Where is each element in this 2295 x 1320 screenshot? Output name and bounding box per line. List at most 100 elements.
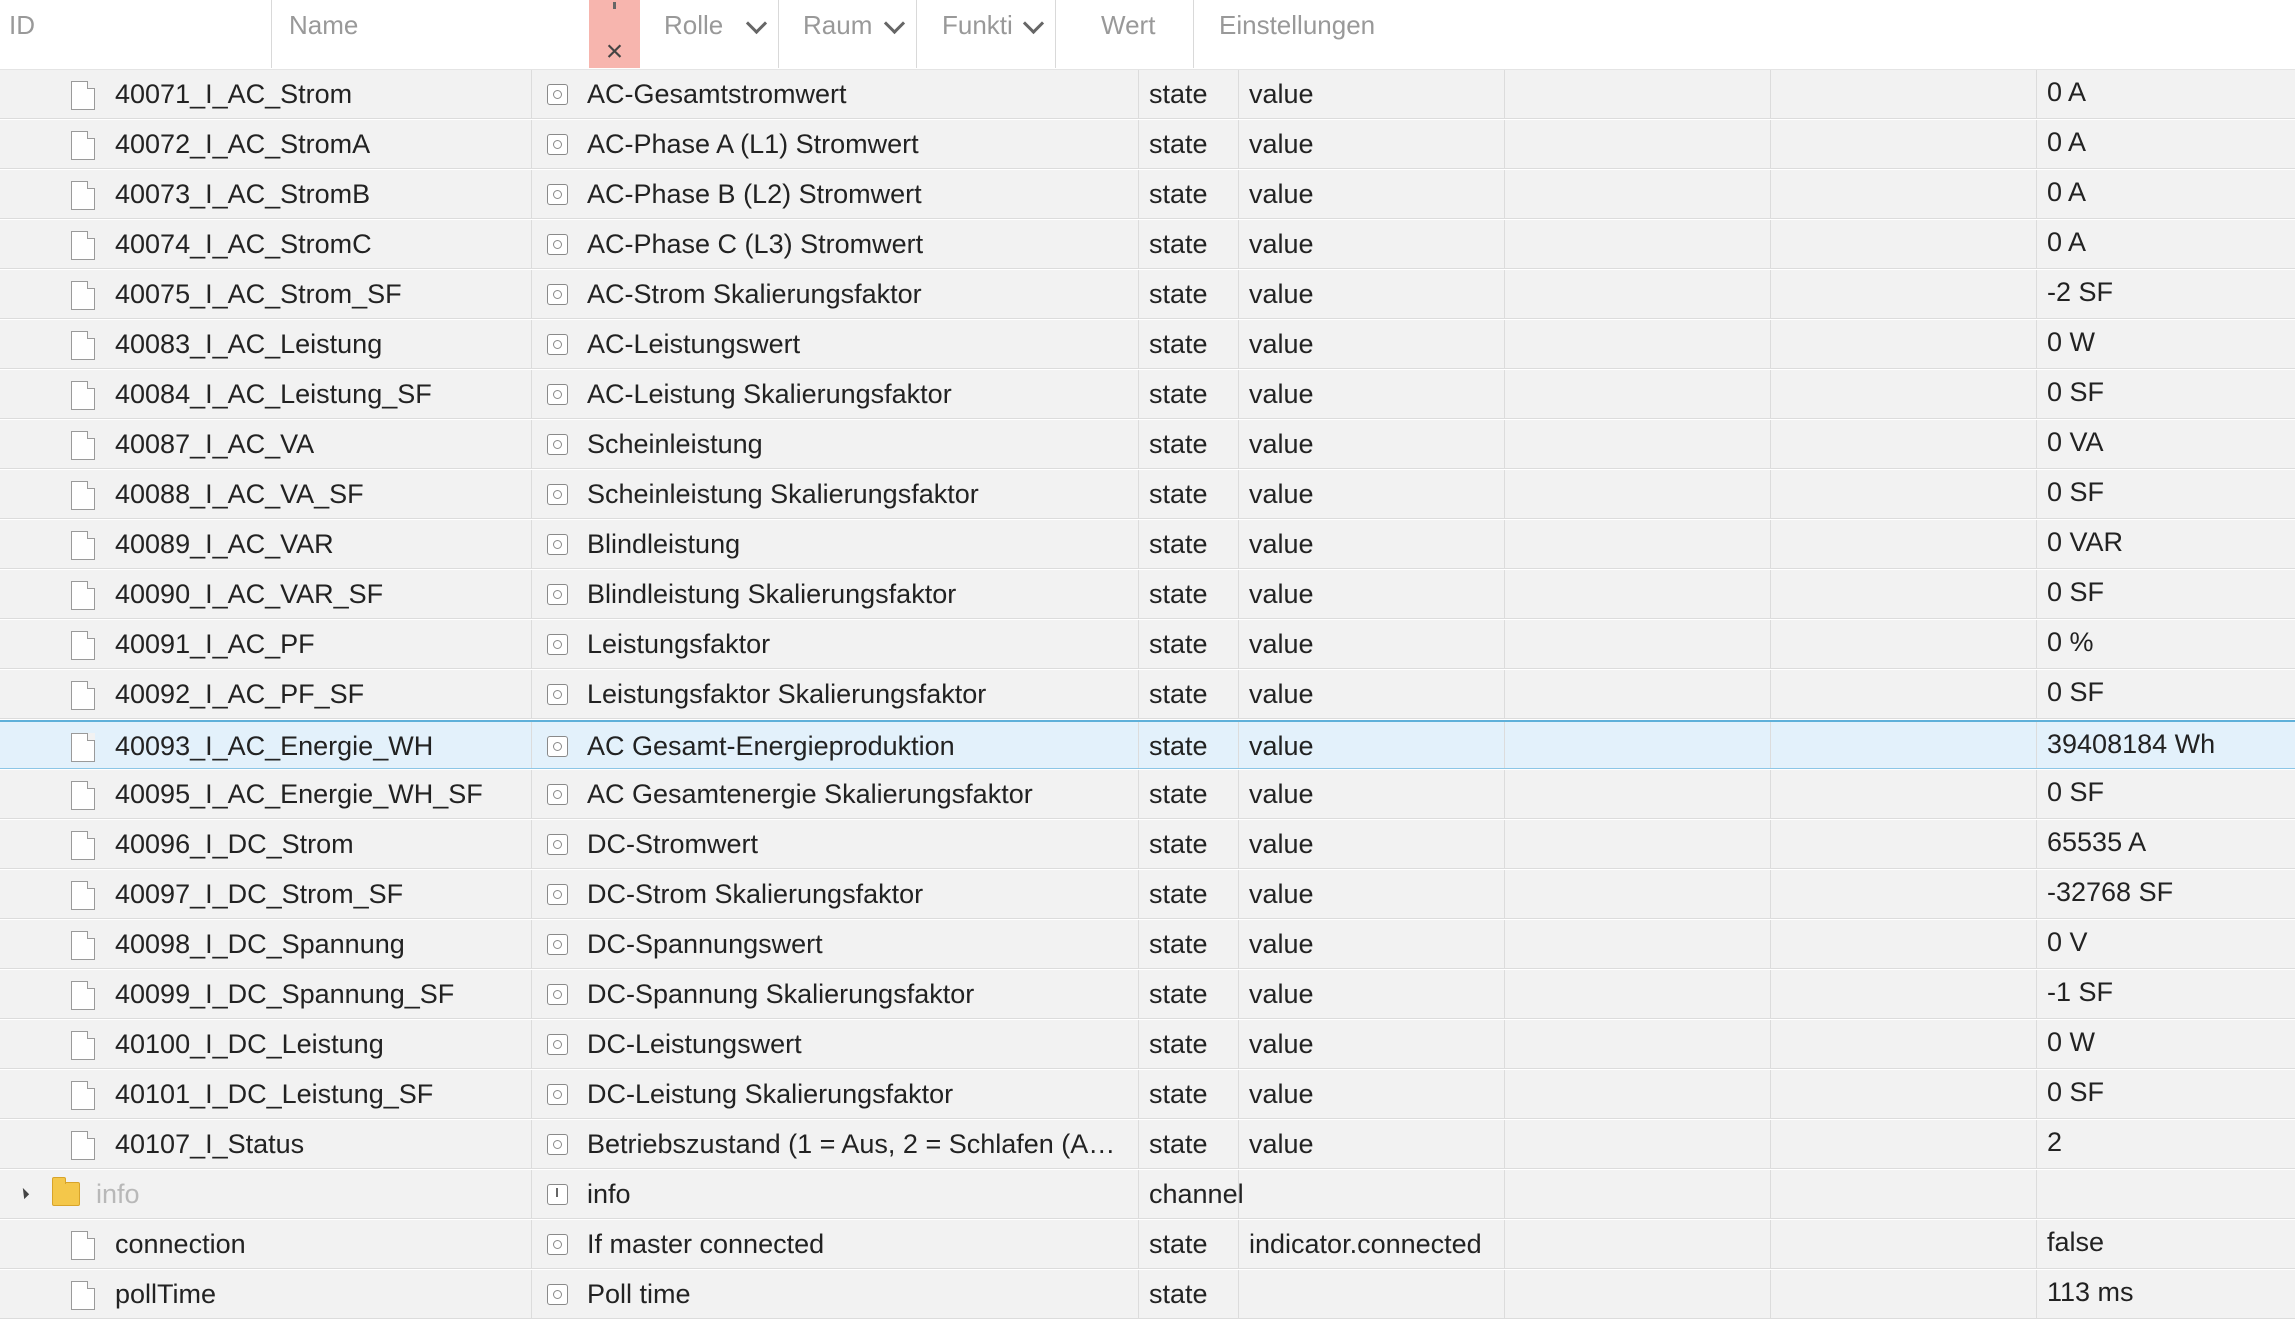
column-divider bbox=[1770, 620, 1771, 668]
column-divider bbox=[531, 770, 532, 818]
column-divider bbox=[1770, 820, 1771, 868]
value-column-header: Wert bbox=[1056, 0, 1194, 68]
clear-filter-button[interactable]: × bbox=[589, 0, 640, 68]
object-name: AC Gesamtenergie Skalierungsfaktor bbox=[587, 779, 1033, 809]
object-id: 40083_I_AC_Leistung bbox=[115, 329, 383, 359]
object-value: 0 A bbox=[2047, 77, 2087, 107]
object-name: AC-Phase B (L2) Stromwert bbox=[587, 179, 922, 209]
column-divider bbox=[1770, 1270, 1771, 1318]
table-row[interactable]: 40083_I_AC_Leistung AC-Leistungswert state… bbox=[0, 320, 2295, 369]
column-divider bbox=[531, 570, 532, 618]
table-row[interactable]: 40097_I_DC_Strom_SF DC-Strom Skalierungsf… bbox=[0, 870, 2295, 919]
object-name: AC Gesamt-Energieproduktion bbox=[587, 731, 955, 761]
table-row[interactable]: 40071_I_AC_Strom AC-Gesamtstromwert state v… bbox=[0, 70, 2295, 119]
column-divider bbox=[2036, 1120, 2037, 1168]
column-divider bbox=[1770, 270, 1771, 318]
column-divider bbox=[1504, 420, 1505, 468]
object-name: Leistungsfaktor Skalierungsfaktor bbox=[587, 679, 987, 709]
column-divider bbox=[2036, 170, 2037, 218]
collapse-toggle-icon[interactable] bbox=[17, 1187, 30, 1200]
table-row[interactable]: 40099_I_DC_Spannung_SF DC-Spannung Skalie… bbox=[0, 970, 2295, 1019]
state-icon bbox=[547, 84, 568, 105]
object-value: 0 VAR bbox=[2047, 527, 2124, 557]
file-icon bbox=[71, 131, 95, 160]
state-icon bbox=[547, 1084, 568, 1105]
object-id: 40095_I_AC_Energie_WH_SF bbox=[115, 779, 483, 809]
column-divider bbox=[1138, 620, 1139, 668]
column-divider bbox=[1504, 70, 1505, 118]
object-id: 40093_I_AC_Energie_WH bbox=[115, 731, 434, 761]
column-divider bbox=[1770, 770, 1771, 818]
column-divider bbox=[1138, 1220, 1139, 1268]
table-row[interactable]: 40090_I_AC_VAR_SF Blindleistung Skalierun… bbox=[0, 570, 2295, 619]
column-divider bbox=[1770, 570, 1771, 618]
object-role: value bbox=[1249, 879, 1314, 909]
id-filter-input[interactable] bbox=[0, 0, 271, 50]
object-value: 39408184 Wh bbox=[2047, 729, 2216, 759]
folder-row[interactable]: info info channel bbox=[0, 1170, 2295, 1219]
name-filter-input[interactable] bbox=[272, 0, 589, 50]
table-row[interactable]: 40084_I_AC_Leistung_SF AC-Leistung Skalie… bbox=[0, 370, 2295, 419]
object-role: value bbox=[1249, 129, 1314, 159]
table-row[interactable]: 40092_I_AC_PF_SF Leistungsfaktor Skalieru… bbox=[0, 670, 2295, 719]
column-divider bbox=[1138, 320, 1139, 368]
table-row[interactable]: 40095_I_AC_Energie_WH_SF AC Gesamtenergie… bbox=[0, 770, 2295, 819]
object-role: value bbox=[1249, 179, 1314, 209]
column-divider bbox=[1138, 1270, 1139, 1318]
table-row[interactable]: 40087_I_AC_VA Scheinleistung state value 0 V… bbox=[0, 420, 2295, 469]
object-id: info bbox=[96, 1179, 140, 1209]
table-row[interactable]: 40100_I_DC_Leistung DC-Leistungswert state… bbox=[0, 1020, 2295, 1069]
object-name: DC-Leistungswert bbox=[587, 1029, 802, 1059]
table-row[interactable]: 40073_I_AC_StromB AC-Phase B (L2) Stromwe… bbox=[0, 170, 2295, 219]
column-divider bbox=[531, 620, 532, 668]
table-row[interactable]: 40107_I_Status Betriebszustand (1 = Aus, … bbox=[0, 1120, 2295, 1169]
object-value: 0 SF bbox=[2047, 577, 2105, 607]
column-divider bbox=[531, 520, 532, 568]
room-filter-select[interactable]: Raum bbox=[779, 0, 917, 68]
object-id: 40100_I_DC_Leistung bbox=[115, 1029, 384, 1059]
column-divider bbox=[1770, 1220, 1771, 1268]
table-row[interactable]: 40072_I_AC_StromA AC-Phase A (L1) Stromwe… bbox=[0, 120, 2295, 169]
column-divider bbox=[1138, 470, 1139, 518]
column-divider bbox=[2036, 70, 2037, 118]
column-divider bbox=[1770, 870, 1771, 918]
table-row[interactable]: 40098_I_DC_Spannung DC-Spannungswert state… bbox=[0, 920, 2295, 969]
table-row[interactable]: 40074_I_AC_StromC AC-Phase C (L3) Stromwe… bbox=[0, 220, 2295, 269]
column-divider bbox=[531, 1070, 532, 1118]
table-row[interactable]: pollTime Poll time state 113 ms bbox=[0, 1270, 2295, 1319]
table-row[interactable]: 40091_I_AC_PF Leistungsfaktor state value 0 … bbox=[0, 620, 2295, 669]
table-row[interactable]: 40089_I_AC_VAR Blindleistung state value 0 V… bbox=[0, 520, 2295, 569]
function-filter-select[interactable]: Funkti bbox=[917, 0, 1056, 68]
table-row[interactable]: connection If master connected state indica… bbox=[0, 1220, 2295, 1269]
object-name: DC-Leistung Skalierungsfaktor bbox=[587, 1079, 954, 1109]
table-row[interactable]: 40096_I_DC_Strom DC-Stromwert state value 65… bbox=[0, 820, 2295, 869]
object-value: 0 A bbox=[2047, 127, 2087, 157]
object-role: value bbox=[1249, 979, 1314, 1009]
column-divider bbox=[531, 870, 532, 918]
column-divider bbox=[1504, 120, 1505, 168]
column-divider bbox=[1504, 722, 1505, 768]
column-divider bbox=[2036, 220, 2037, 268]
object-id: 40092_I_AC_PF_SF bbox=[115, 679, 365, 709]
column-divider bbox=[1138, 120, 1139, 168]
object-name: DC-Stromwert bbox=[587, 829, 759, 859]
state-icon bbox=[547, 1284, 568, 1305]
table-row[interactable]: 40088_I_AC_VA_SF Scheinleistung Skalierun… bbox=[0, 470, 2295, 519]
column-divider bbox=[1138, 1070, 1139, 1118]
state-icon bbox=[547, 534, 568, 555]
role-filter-select[interactable]: Rolle bbox=[640, 0, 779, 68]
object-name: Blindleistung bbox=[587, 529, 741, 559]
table-row[interactable]: 40075_I_AC_Strom_SF AC-Strom Skalierungsf… bbox=[0, 270, 2295, 319]
table-row[interactable]: 40093_I_AC_Energie_WH AC Gesamt-Energiepr… bbox=[0, 720, 2295, 769]
column-divider bbox=[2036, 670, 2037, 718]
object-type: state bbox=[1149, 929, 1208, 959]
table-row[interactable]: 40101_I_DC_Leistung_SF DC-Leistung Skalie… bbox=[0, 1070, 2295, 1119]
object-type: state bbox=[1149, 1129, 1208, 1159]
file-icon bbox=[71, 181, 95, 210]
column-divider bbox=[2036, 820, 2037, 868]
file-icon bbox=[71, 1131, 95, 1160]
column-divider bbox=[1138, 1020, 1139, 1068]
object-role: value bbox=[1249, 429, 1314, 459]
object-value: false bbox=[2047, 1227, 2105, 1257]
object-id: 40075_I_AC_Strom_SF bbox=[115, 279, 402, 309]
